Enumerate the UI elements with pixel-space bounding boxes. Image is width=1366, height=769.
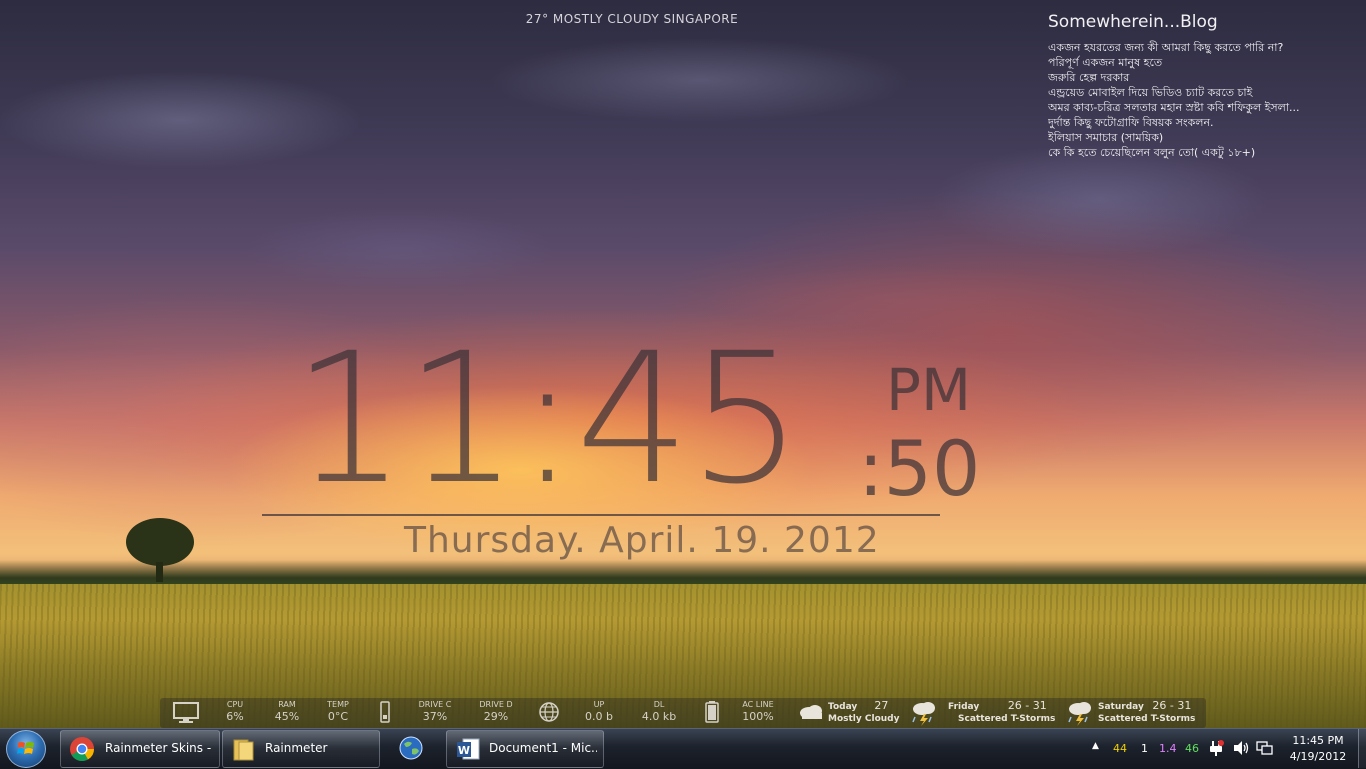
task-label: Rainmeter Skins - ... [105,741,215,755]
clock-seconds: :50 [858,424,981,513]
svg-text:W: W [458,744,470,757]
blog-item[interactable]: দুর্দান্ত কিছু ফটোগ্রাফি বিষয়ক সংকলন. [1048,115,1360,130]
folder-icon [233,739,254,761]
taskbar-item-globe[interactable] [384,730,440,766]
drive-d-value: 29% [483,710,509,723]
forecast-saturday: Saturday 26 - 31 Scattered T-Storms [1098,700,1195,725]
forecast-friday: Friday 26 - 31 Scattered T-Storms [948,700,1055,725]
blog-item[interactable]: পরিপূর্ণ একজন মানুষ হতে [1048,55,1360,70]
temp-stat: TEMP 0°C [320,700,356,724]
clock-divider [262,514,940,516]
thunderstorm-icon [912,702,935,726]
drive-c-stat: DRIVE C 37% [414,700,456,724]
chrome-icon [70,737,94,762]
forecast-today: Today 27 Mostly Cloudy [828,700,899,725]
ac-line-stat: AC LINE 100% [736,700,780,724]
drive-icon [380,701,390,723]
temp-label: TEMP [327,700,349,709]
network-icon[interactable] [1256,740,1274,756]
tray-value-2[interactable]: 1 [1141,742,1148,755]
tree-trunk [156,562,163,582]
start-button[interactable] [6,730,46,768]
blog-feed-widget: Somewherein...Blog একজন হযরতের জন্য কী আ… [1048,12,1366,160]
battery-icon [705,701,719,723]
forecast-day: Today [828,702,858,712]
drive-c-label: DRIVE C [418,700,452,709]
show-desktop-button[interactable] [1358,729,1366,768]
taskbar-item-word[interactable]: W Document1 - Mic... [446,730,604,768]
forecast-day: Friday [948,702,980,712]
tray-value-1[interactable]: 44 [1113,742,1127,755]
blog-item[interactable]: ইলিয়াস সমাচার (সাময়িক) [1048,130,1360,145]
system-time: 11:45 PM [1292,734,1344,747]
drive-d-label: DRIVE D [479,700,513,709]
system-clock[interactable]: 11:45 PM 4/19/2012 [1282,733,1354,765]
forecast-day: Saturday [1098,702,1144,712]
system-date: 4/19/2012 [1289,750,1347,763]
blog-item[interactable]: একজন হযরতের জন্য কী আমরা কিছু করতে পারি … [1048,40,1360,55]
download-label: DL [653,700,665,709]
tree-crown [126,518,194,566]
upload-label: UP [593,700,605,709]
upload-stat: UP 0.0 b [580,700,618,724]
cpu-value: 6% [226,710,244,723]
thunderstorm-icon [1068,702,1091,726]
temp-value: 0°C [327,710,349,723]
globe-icon [539,702,559,722]
clock-ampm: PM [886,356,972,424]
blog-item[interactable]: অমর কাব্য-চরিত্র সলতার মহান স্রষ্টা কবি … [1048,100,1360,115]
forecast-condition: Mostly Cloudy [828,714,900,724]
taskbar-item-chrome[interactable]: Rainmeter Skins - ... [60,730,220,768]
monitor-icon [173,702,199,723]
globe-app-icon [399,736,423,760]
blog-item[interactable]: কে কি হতে চেয়েছিলেন বলুন তো( একটু ১৮+) [1048,145,1360,160]
blog-item[interactable]: এন্ড্রয়েড মোবাইল দিয়ে ভিডিও চ্যাট করতে… [1048,85,1360,100]
cpu-label: CPU [226,700,244,709]
ram-label: RAM [278,700,296,709]
word-icon: W [457,738,480,760]
power-plug-icon[interactable] [1208,739,1224,757]
ac-line-label: AC LINE [742,700,774,709]
show-hidden-icons-button[interactable]: ▲ [1092,741,1099,751]
blog-title[interactable]: Somewherein...Blog [1048,12,1366,32]
clock-time: 11:45 [292,315,803,524]
download-value: 4.0 kb [641,710,677,723]
windows-logo-icon [17,742,34,754]
ram-stat: RAM 45% [268,700,306,724]
forecast-temp: 26 - 31 [1007,699,1047,712]
blog-item[interactable]: জরুরি হেল্প দরকার [1048,70,1360,85]
drive-c-value: 37% [422,710,448,723]
task-label: Rainmeter [265,741,328,755]
ac-line-value: 100% [742,710,774,723]
taskbar-item-rainmeter-folder[interactable]: Rainmeter [222,730,380,768]
upload-value: 0.0 b [585,710,613,723]
download-stat: DL 4.0 kb [636,700,682,724]
tray-value-3[interactable]: 1.4 [1159,742,1177,755]
cpu-stat: CPU 6% [218,700,252,724]
drive-d-stat: DRIVE D 29% [474,700,518,724]
forecast-temp: 27 [874,699,889,712]
volume-icon[interactable] [1232,740,1250,756]
cloud-icon [800,705,822,719]
tray-value-4[interactable]: 46 [1185,742,1199,755]
forecast-condition: Scattered T-Storms [1098,714,1196,724]
clock-date: Thursday. April. 19. 2012 [404,520,880,561]
lone-tree [120,518,200,582]
ram-value: 45% [274,710,300,723]
task-label: Document1 - Mic... [489,741,597,755]
forecast-temp: 26 - 31 [1152,699,1192,712]
forecast-condition: Scattered T-Storms [958,714,1056,724]
